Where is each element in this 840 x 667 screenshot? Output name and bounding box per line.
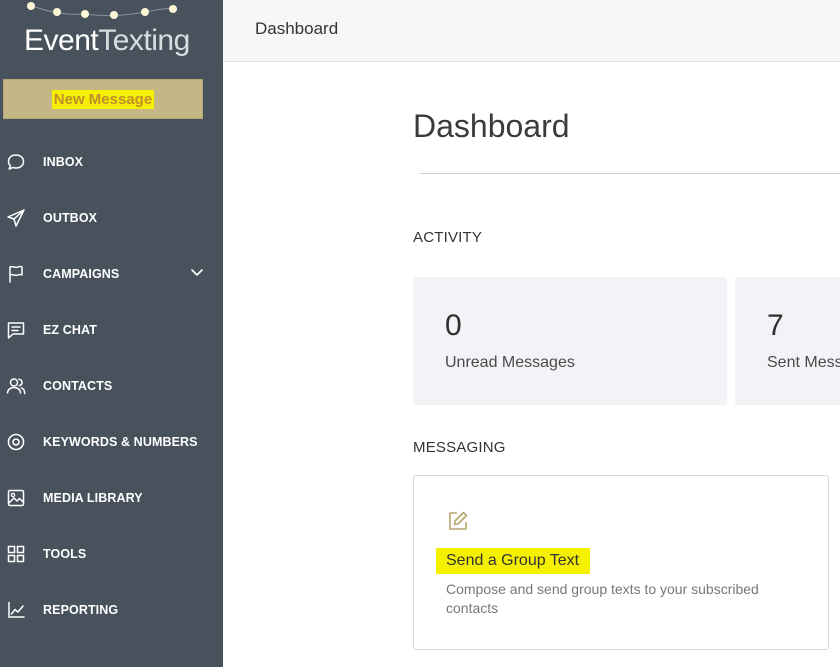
sidebar-item-label: REPORTING [43,603,119,617]
stat-caption: Sent Messages [767,354,840,371]
sidebar-item-contacts[interactable]: CONTACTS [0,358,223,414]
sidebar-item-inbox[interactable]: INBOX [0,134,223,190]
sidebar-item-outbox[interactable]: OUTBOX [0,190,223,246]
page-title: Dashboard [413,108,570,144]
sidebar-item-label: TOOLS [43,547,87,561]
sidebar-item-label: CAMPAIGNS [43,267,120,281]
chat-bubble-icon [7,154,25,170]
logo[interactable]: EventTexting [0,0,223,70]
sidebar-item-label: INBOX [43,155,84,169]
grid-icon [7,545,25,563]
stat-value: 0 [445,309,462,342]
sidebar-item-reporting[interactable]: REPORTING [0,582,223,638]
sidebar-item-tools[interactable]: TOOLS [0,526,223,582]
sidebar-nav: INBOX OUTBOX CAMPAIGNS EZ CHAT CONTACTS … [0,134,223,638]
sidebar: EventTexting New Message INBOX OUTBOX CA… [0,0,223,667]
chevron-down-icon[interactable] [190,268,204,278]
card-description: Compose and send group texts to your sub… [446,581,759,616]
sidebar-item-label: OUTBOX [43,211,98,225]
sidebar-item-label: EZ CHAT [43,323,97,337]
paper-plane-icon [7,209,25,227]
stat-value: 7 [767,309,784,342]
message-square-icon [7,322,25,339]
sidebar-item-label: CONTACTS [43,379,113,393]
card-title: Send a Group Text [436,548,591,574]
line-chart-icon [8,601,25,618]
sidebar-item-ez-chat[interactable]: EZ CHAT [0,302,223,358]
sidebar-item-campaigns[interactable]: CAMPAIGNS [0,246,223,302]
stat-card-sent[interactable]: 7 Sent Messages [735,277,840,405]
edit-icon [449,511,468,530]
top-header: Dashboard [223,0,840,62]
stat-caption: Unread Messages [445,354,575,371]
target-icon [7,433,25,451]
header-title: Dashboard [255,19,339,38]
title-divider [420,173,840,174]
send-group-text-card[interactable]: Send a Group Text Compose and send group… [413,475,829,650]
sidebar-item-label: KEYWORDS & NUMBERS [43,435,198,449]
messaging-section-label: MESSAGING [413,439,506,456]
sidebar-item-keywords-numbers[interactable]: KEYWORDS & NUMBERS [0,414,223,470]
sidebar-item-label: MEDIA LIBRARY [43,491,143,505]
logo-text: EventTexting [24,24,190,57]
sidebar-item-media-library[interactable]: MEDIA LIBRARY [0,470,223,526]
flag-icon [9,265,23,283]
activity-section-label: ACTIVITY [413,229,483,246]
new-message-label: New Message [51,89,155,109]
users-icon [6,378,26,395]
string-lights-decoration [27,2,177,19]
image-icon [7,489,25,507]
stat-card-unread[interactable]: 0 Unread Messages [413,277,727,405]
new-message-button[interactable]: New Message [3,79,203,119]
